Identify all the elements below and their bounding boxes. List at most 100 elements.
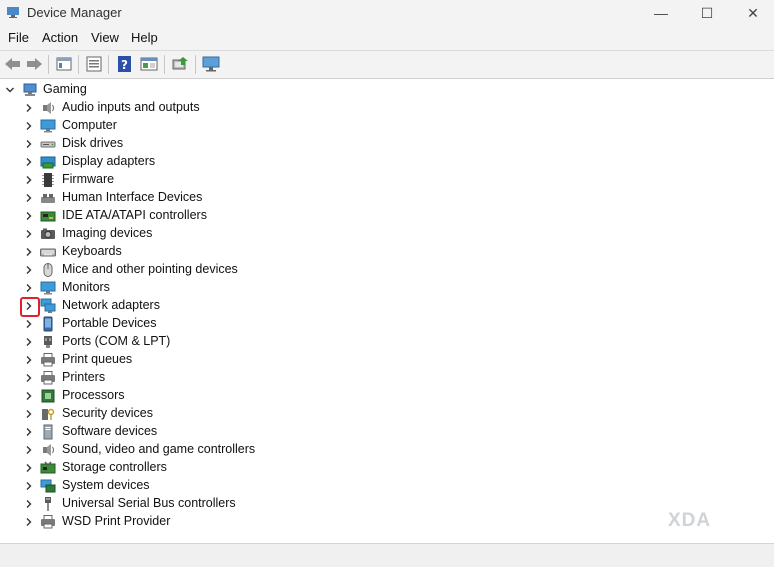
chevron-right-icon[interactable] — [24, 481, 34, 491]
tree-item-label: Mice and other pointing devices — [62, 262, 238, 276]
menu-bar: File Action View Help — [0, 26, 774, 50]
menu-help[interactable]: Help — [131, 30, 158, 45]
chevron-right-icon[interactable] — [24, 373, 34, 383]
minimize-button[interactable]: — — [638, 0, 684, 26]
chevron-right-icon[interactable] — [24, 319, 34, 329]
scan-hardware-icon[interactable] — [201, 55, 221, 73]
tree-item[interactable]: Printers — [0, 369, 360, 387]
chevron-right-icon[interactable] — [24, 103, 34, 113]
tree-item[interactable]: Computer — [0, 117, 360, 135]
tree-item[interactable]: Audio inputs and outputs — [0, 99, 360, 117]
tree-item[interactable]: WSD Print Provider — [0, 513, 360, 531]
firmware-icon — [40, 172, 56, 188]
tree-item[interactable]: Sound, video and game controllers — [0, 441, 360, 459]
tree-item-label: Computer — [62, 118, 117, 132]
toolbar: ? — [0, 50, 774, 79]
tree-item[interactable]: Firmware — [0, 171, 360, 189]
forward-icon[interactable] — [24, 55, 44, 73]
tree-item[interactable]: Network adapters — [0, 297, 360, 317]
tree-item[interactable]: Processors — [0, 387, 360, 405]
chevron-right-icon[interactable] — [24, 247, 34, 257]
chevron-right-icon[interactable] — [24, 445, 34, 455]
tree-item[interactable]: Monitors — [0, 279, 360, 297]
tree-item[interactable]: Keyboards — [0, 243, 360, 261]
speaker-icon — [40, 442, 56, 458]
tree-item-label: Ports (COM & LPT) — [62, 334, 171, 348]
window-title: Device Manager — [27, 5, 122, 20]
security-device-icon — [40, 406, 56, 422]
back-icon[interactable] — [3, 55, 23, 73]
tree-item[interactable]: Disk drives — [0, 135, 360, 153]
tree-item-label: Human Interface Devices — [62, 190, 203, 204]
tree-item-label: Audio inputs and outputs — [62, 100, 200, 114]
tree-item-label: Imaging devices — [62, 226, 153, 240]
ide-controller-icon — [40, 208, 56, 224]
menu-view[interactable]: View — [91, 30, 119, 45]
chevron-right-icon[interactable] — [24, 175, 34, 185]
chevron-right-icon[interactable] — [24, 355, 34, 365]
tree-item-label: Monitors — [62, 280, 110, 294]
tree-item-label: Storage controllers — [62, 460, 167, 474]
chevron-right-icon[interactable] — [24, 301, 34, 311]
chevron-right-icon[interactable] — [24, 409, 34, 419]
printer-icon — [40, 514, 56, 530]
chevron-down-icon[interactable] — [5, 85, 15, 95]
help-icon[interactable]: ? — [115, 55, 135, 73]
chevron-right-icon[interactable] — [24, 211, 34, 221]
tree-item[interactable]: Mice and other pointing devices — [0, 261, 360, 279]
chevron-right-icon[interactable] — [24, 337, 34, 347]
maximize-button[interactable]: ☐ — [684, 0, 730, 26]
tree-item[interactable]: System devices — [0, 477, 360, 495]
tree-item[interactable]: Print queues — [0, 351, 360, 369]
menu-action[interactable]: Action — [42, 30, 78, 45]
chevron-right-icon[interactable] — [24, 157, 34, 167]
chevron-right-icon[interactable] — [24, 229, 34, 239]
tree-item[interactable]: Universal Serial Bus controllers — [0, 495, 360, 513]
portable-device-icon — [40, 316, 56, 332]
tree-item[interactable]: Software devices — [0, 423, 360, 441]
printer-icon — [40, 352, 56, 368]
update-driver-icon[interactable] — [170, 55, 190, 73]
monitor-icon — [40, 118, 56, 134]
tree-item[interactable]: Imaging devices — [0, 225, 360, 243]
tree-item[interactable]: Storage controllers — [0, 459, 360, 477]
chevron-right-icon[interactable] — [24, 193, 34, 203]
close-button[interactable]: ✕ — [730, 0, 774, 26]
view-icon[interactable] — [84, 55, 104, 73]
chevron-right-icon[interactable] — [24, 121, 34, 131]
computer-icon — [22, 82, 38, 98]
status-bar — [0, 543, 774, 567]
chevron-right-icon[interactable] — [24, 265, 34, 275]
title-bar: Device Manager — ☐ ✕ — [0, 0, 774, 26]
tree-item[interactable]: Human Interface Devices — [0, 189, 360, 207]
chevron-right-icon[interactable] — [24, 139, 34, 149]
chevron-right-icon[interactable] — [24, 427, 34, 437]
tree-item-label: Processors — [62, 388, 125, 402]
chevron-right-icon[interactable] — [24, 517, 34, 527]
speaker-icon — [40, 100, 56, 116]
chevron-right-icon[interactable] — [24, 391, 34, 401]
tree-item[interactable]: Ports (COM & LPT) — [0, 333, 360, 351]
tree-item-label: Portable Devices — [62, 316, 157, 330]
chevron-right-icon[interactable] — [24, 283, 34, 293]
tree-item[interactable]: Security devices — [0, 405, 360, 423]
software-device-icon — [40, 424, 56, 440]
tree-item-label: Print queues — [62, 352, 133, 366]
device-tree: Gaming Audio inputs and outputs Computer D… — [0, 81, 774, 541]
disk-drive-icon — [40, 136, 56, 152]
tree-root[interactable]: Gaming — [0, 81, 300, 99]
network-adapter-icon — [40, 298, 56, 314]
tree-item[interactable]: IDE ATA/ATAPI controllers — [0, 207, 360, 225]
tree-item[interactable]: Portable Devices — [0, 315, 360, 333]
tree-item-label: Sound, video and game controllers — [62, 442, 256, 456]
chevron-right-icon[interactable] — [24, 499, 34, 509]
system-device-icon — [40, 478, 56, 494]
monitor-icon — [40, 280, 56, 296]
tree-item[interactable]: Display adapters — [0, 153, 360, 171]
menu-file[interactable]: File — [8, 30, 29, 45]
processor-icon — [40, 388, 56, 404]
properties-pane-icon[interactable] — [54, 55, 74, 73]
keyboard-icon — [40, 244, 56, 260]
chevron-right-icon[interactable] — [24, 463, 34, 473]
show-hide-icon[interactable] — [139, 55, 159, 73]
